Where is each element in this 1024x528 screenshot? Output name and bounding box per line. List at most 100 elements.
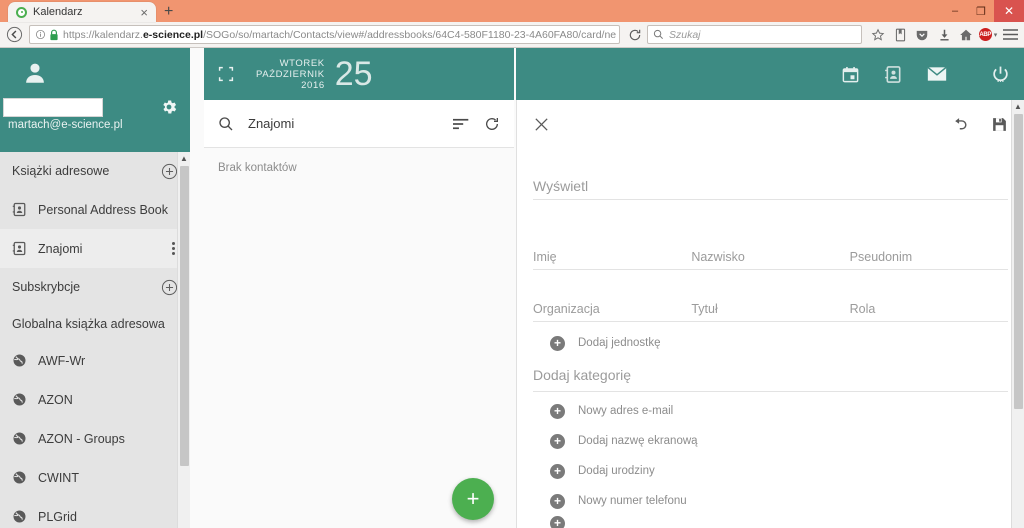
add-subscription-icon[interactable]	[161, 279, 178, 296]
save-icon[interactable]	[991, 116, 1008, 133]
name-fields-row: Imię Nazwisko Pseudonim	[533, 228, 1008, 270]
role-field[interactable]: Rola	[849, 280, 1008, 322]
browser-tab[interactable]: Kalendarz ×	[8, 2, 156, 22]
page-info-icon[interactable]	[33, 25, 47, 45]
add-phone-button[interactable]: + Nowy numer telefonu	[533, 486, 1008, 516]
add-more-button[interactable]: +	[533, 516, 1008, 528]
sort-icon[interactable]	[453, 117, 470, 131]
close-window-button[interactable]: ✕	[994, 0, 1024, 22]
sidebar-addressbooks-label: Książki adresowe	[12, 164, 110, 178]
back-icon[interactable]	[4, 25, 24, 45]
scroll-up-icon[interactable]: ▲	[178, 152, 190, 165]
category-field[interactable]: Dodaj kategorię	[533, 358, 1008, 392]
empty-list-message: Brak kontaktów	[218, 162, 297, 174]
minimize-button[interactable]: –	[942, 0, 968, 22]
last-name-field[interactable]: Nazwisko	[691, 228, 850, 270]
sidebar-item-cwint[interactable]: CWINT	[0, 458, 190, 497]
add-addressbook-icon[interactable]	[161, 163, 178, 180]
sidebar-item-awf-wr[interactable]: AWF-Wr	[0, 341, 190, 380]
calendar-icon[interactable]	[841, 65, 860, 84]
role-placeholder: Rola	[849, 302, 876, 316]
refresh-icon[interactable]	[484, 116, 500, 132]
library-icon[interactable]	[890, 25, 910, 45]
scroll-up-icon[interactable]: ▲	[1012, 100, 1024, 113]
contact-card-icon	[12, 241, 27, 256]
navigation-toolbar: https://kalendarz.e-science.pl/SOGo/so/m…	[0, 22, 1024, 48]
display-name-placeholder: Wyświetl	[533, 178, 589, 194]
sidebar-addressbooks-header: Książki adresowe	[0, 152, 190, 190]
contact-list-column: WTOREK PAŹDZIERNIK 2016 25 Znajomi Brak	[204, 48, 514, 528]
gear-icon[interactable]	[160, 98, 178, 116]
browser-window: Kalendarz × + – ❐ ✕ https://kalendarz.e-…	[0, 0, 1024, 528]
chevron-down-icon: ▾	[993, 31, 998, 39]
add-email-button[interactable]: + Nowy adres e-mail	[533, 396, 1008, 426]
organization-field[interactable]: Organizacja	[533, 280, 692, 322]
current-date: WTOREK PAŹDZIERNIK 2016	[256, 58, 325, 91]
app-top-bar: WTOREK PAŹDZIERNIK 2016 25	[204, 48, 514, 100]
globe-icon	[12, 470, 27, 485]
sidebar-item-znajomi[interactable]: Znajomi	[0, 229, 190, 268]
downloads-icon[interactable]	[934, 25, 954, 45]
sidebar-scrollbar[interactable]: ▲	[177, 152, 190, 528]
home-icon[interactable]	[956, 25, 976, 45]
url-path: /SOGo/so/martach/Contacts/view#/addressb…	[203, 28, 616, 41]
contact-search-row: Znajomi	[204, 100, 514, 148]
plus-icon: +	[550, 463, 565, 479]
contact-search-input[interactable]: Znajomi	[248, 116, 439, 131]
sidebar-global-label: Globalna książka adresowa	[12, 316, 165, 331]
first-name-field[interactable]: Imię	[533, 228, 692, 270]
globe-icon	[12, 431, 27, 446]
plus-icon: +	[550, 516, 565, 528]
sidebar-item-personal-address-book[interactable]: Personal Address Book	[0, 190, 190, 229]
scrollbar-thumb[interactable]	[180, 166, 189, 466]
browser-search-bar[interactable]: Szukaj	[647, 25, 862, 44]
url-bar[interactable]: https://kalendarz.e-science.pl/SOGo/so/m…	[29, 25, 620, 44]
new-contact-button[interactable]: +	[452, 478, 494, 520]
sidebar-item-azon-groups[interactable]: AZON - Groups	[0, 419, 190, 458]
sidebar-item-label: AZON - Groups	[38, 431, 125, 446]
add-birthday-button[interactable]: + Dodaj urodziny	[533, 456, 1008, 486]
display-name-field[interactable]: Wyświetl	[533, 158, 1008, 200]
close-icon[interactable]	[533, 116, 550, 133]
fullscreen-icon[interactable]	[218, 66, 234, 82]
new-tab-button[interactable]: +	[156, 4, 181, 21]
reload-icon[interactable]	[625, 25, 645, 45]
maximize-button[interactable]: ❐	[968, 0, 994, 22]
user-name-input[interactable]	[3, 98, 103, 117]
add-unit-button[interactable]: + Dodaj jednostkę	[533, 328, 1008, 358]
plus-icon: +	[550, 493, 565, 509]
url-domain: e-science.pl	[142, 28, 204, 41]
add-birthday-label: Dodaj urodziny	[578, 465, 655, 477]
app-switcher	[516, 48, 1024, 100]
contacts-icon[interactable]	[884, 65, 903, 84]
power-icon[interactable]	[991, 65, 1010, 84]
sidebar-item-azon[interactable]: AZON	[0, 380, 190, 419]
title-placeholder: Tytuł	[691, 302, 718, 316]
menu-icon[interactable]	[1000, 25, 1020, 45]
window-controls: – ❐ ✕	[942, 0, 1024, 22]
detail-scrollbar[interactable]: ▲	[1011, 100, 1024, 528]
date-day: 25	[334, 55, 373, 93]
sidebar-item-label: Personal Address Book	[38, 202, 168, 217]
sidebar-item-label: AZON	[38, 392, 73, 407]
search-input[interactable]: Szukaj	[669, 29, 701, 41]
scrollbar-thumb[interactable]	[1014, 114, 1023, 409]
title-field[interactable]: Tytuł	[691, 280, 850, 322]
undo-icon[interactable]	[952, 116, 969, 133]
sidebar-subscriptions-label: Subskrybcje	[12, 280, 81, 294]
nickname-field[interactable]: Pseudonim	[849, 228, 1008, 270]
contact-editor-panel: Wyświetl Imię Nazwisko Pseudonim Organiz…	[516, 100, 1024, 528]
pocket-icon[interactable]	[912, 25, 932, 45]
bookmark-star-icon[interactable]	[868, 25, 888, 45]
sidebar-item-label: Znajomi	[38, 241, 83, 256]
plus-icon: +	[550, 335, 565, 351]
adblock-icon[interactable]: ABP ▾	[978, 25, 998, 45]
adblock-badge: ABP	[978, 28, 992, 41]
sidebar-item-plgrid[interactable]: PLGrid	[0, 497, 190, 528]
category-placeholder: Dodaj kategorię	[533, 366, 632, 383]
mail-icon[interactable]	[927, 66, 947, 82]
sidebar-subscriptions-header: Subskrybcje	[0, 268, 190, 306]
close-icon[interactable]: ×	[138, 6, 150, 19]
add-screenname-button[interactable]: + Dodaj nazwę ekranową	[533, 426, 1008, 456]
search-icon[interactable]	[218, 116, 234, 132]
